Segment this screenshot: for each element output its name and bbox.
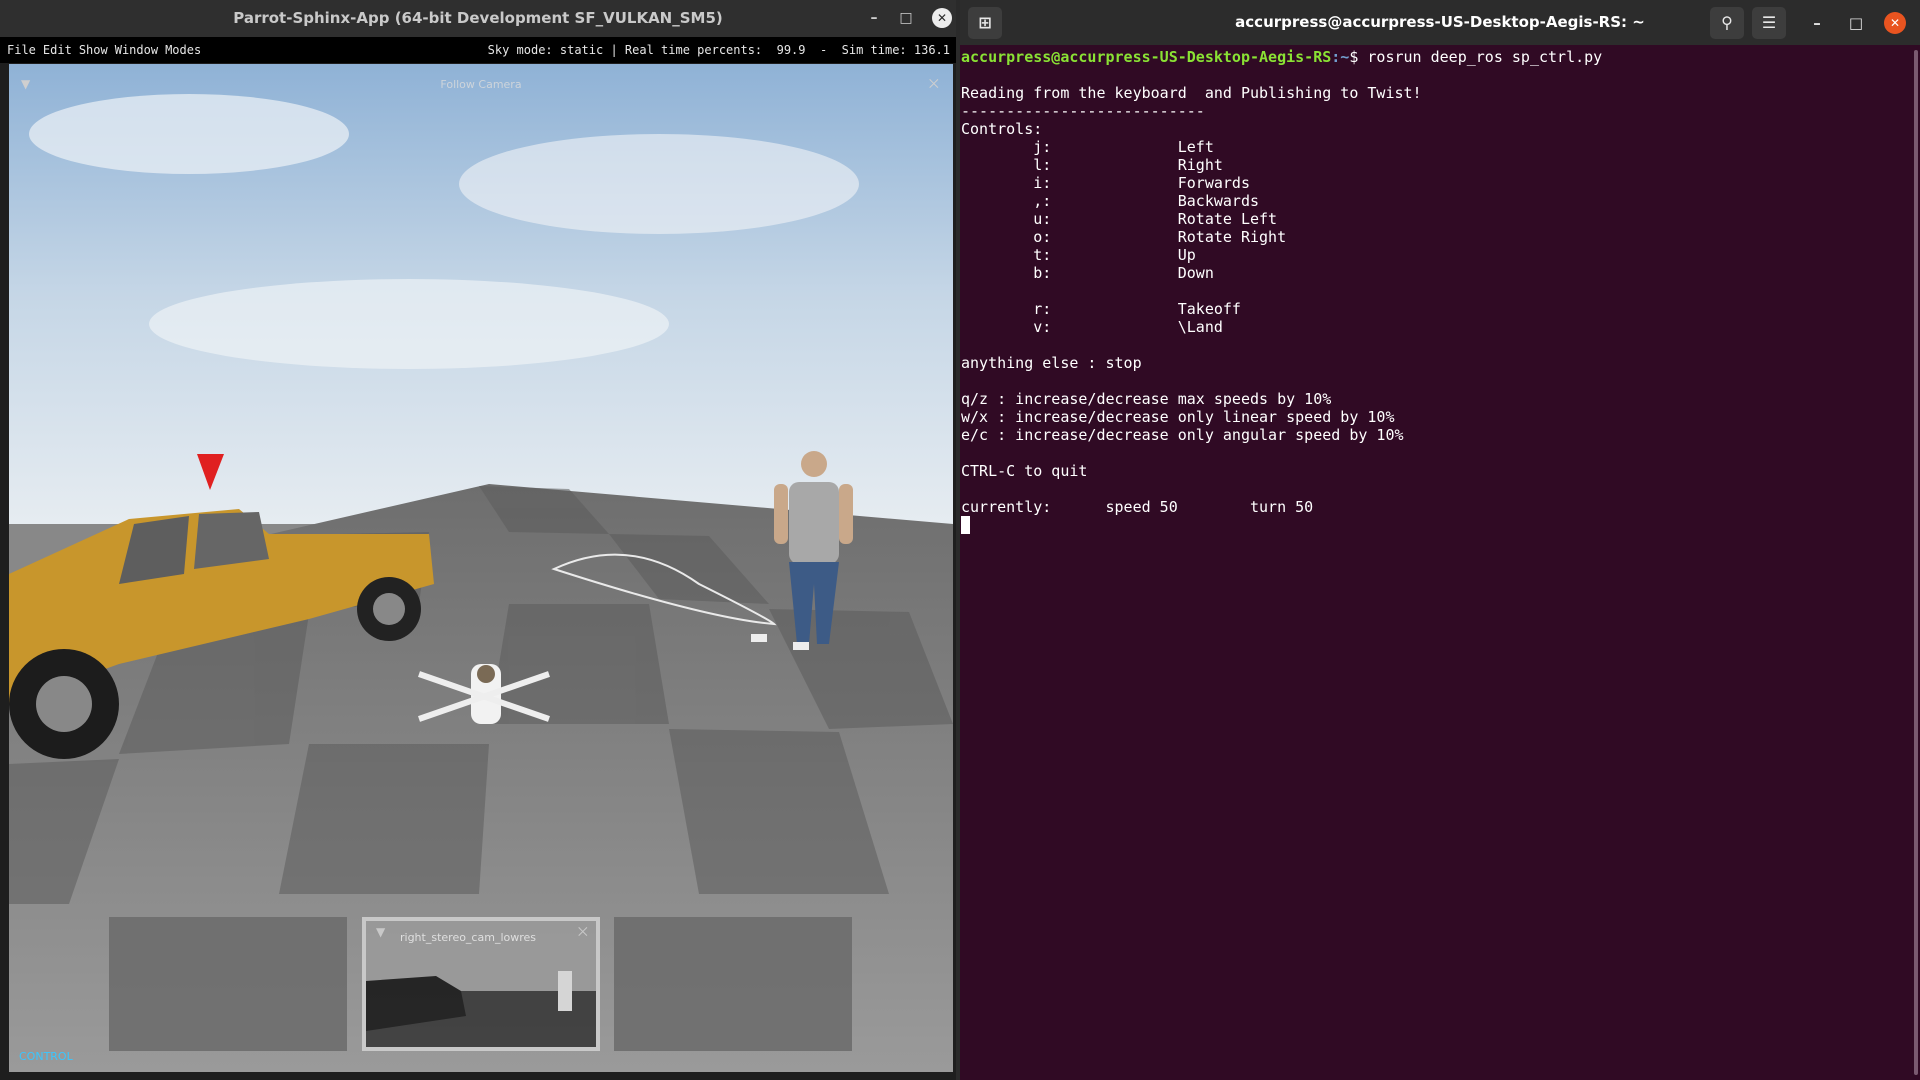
thumbnail-menu-icon[interactable]: ▼ [376, 925, 385, 939]
viewport-close-icon[interactable]: ⨉ [929, 77, 939, 92]
terminal-line: Controls: [961, 120, 1043, 138]
terminal-line: b: Down [961, 264, 1214, 282]
terminal-line: --------------------------- [961, 102, 1205, 120]
terminal-line: t: Up [961, 246, 1196, 264]
sphinx-menubar: File Edit Show Window Modes Sky mode: static… [0, 37, 956, 63]
terminal-line: o: Rotate Right [961, 228, 1287, 246]
close-icon[interactable]: ✕ [1884, 12, 1906, 34]
minimize-icon[interactable]: – [864, 8, 884, 28]
prompt-symbol: $ [1349, 48, 1359, 66]
sim-status-text: Sky mode: static | Real time percents: 9… [487, 43, 950, 57]
sphinx-window-title: Parrot-Sphinx-App (64-bit Development SF… [233, 9, 723, 27]
thumbnail-label: right_stereo_cam_lowres [400, 931, 537, 944]
terminal-line: Reading from the keyboard and Publishing… [961, 84, 1422, 102]
camera-thumbnail-right-stereo[interactable]: ▼ right_stereo_cam_lowres ⨉ [362, 917, 600, 1051]
terminal-line: q/z : increase/decrease max speeds by 10… [961, 390, 1332, 408]
maximize-icon[interactable]: □ [896, 8, 916, 28]
thumbnail-close-icon[interactable]: ⨉ [578, 925, 588, 940]
menu-modes[interactable]: Modes [165, 43, 201, 57]
terminal-line: e/c : increase/decrease only angular spe… [961, 426, 1404, 444]
terminal-line: j: Left [961, 138, 1214, 156]
menu-show[interactable]: Show [79, 43, 108, 57]
menu-icon[interactable]: ☰ [1752, 7, 1786, 39]
terminal-line: anything else : stop [961, 354, 1142, 372]
prompt-path: :~ [1331, 48, 1350, 66]
camera-thumbnail-empty[interactable] [614, 917, 852, 1051]
close-icon[interactable]: ✕ [932, 8, 952, 28]
terminal-line: i: Forwards [961, 174, 1250, 192]
sphinx-titlebar[interactable]: Parrot-Sphinx-App (64-bit Development SF… [0, 0, 956, 37]
terminal-line: v: \Land [961, 318, 1223, 336]
menu-file[interactable]: File [7, 43, 36, 57]
terminal-line: l: Right [961, 156, 1223, 174]
follow-camera-label: Follow Camera [440, 78, 522, 91]
terminal-output[interactable]: accurpress@accurpress-US-Desktop-Aegis-R… [960, 48, 1908, 1080]
terminal-scrollbar[interactable] [1912, 48, 1920, 1080]
terminal-line: w/x : increase/decrease only linear spee… [961, 408, 1395, 426]
maximize-icon[interactable]: □ [1845, 12, 1867, 34]
control-mode-label: CONTROL [19, 1050, 73, 1063]
menu-edit[interactable]: Edit [43, 43, 72, 57]
terminal-line: currently: speed 50 turn 50 [961, 498, 1314, 516]
terminal-line: CTRL-C to quit [961, 462, 1088, 480]
prompt-user: accurpress@accurpress-US-Desktop-Aegis-R… [961, 48, 1332, 66]
terminal-line: u: Rotate Left [961, 210, 1278, 228]
menu-window[interactable]: Window [115, 43, 158, 57]
terminal-window: ⊞ accurpress@accurpress-US-Desktop-Aegis… [960, 0, 1920, 1080]
terminal-line: r: Takeoff [961, 300, 1241, 318]
minimize-icon[interactable]: – [1806, 12, 1828, 34]
camera-thumbnail-empty[interactable] [109, 917, 347, 1051]
command-text: rosrun deep_ros sp_ctrl.py [1358, 48, 1603, 66]
terminal-line: ,: Backwards [961, 192, 1260, 210]
command-line: accurpress@accurpress-US-Desktop-Aegis-R… [961, 48, 1602, 66]
sphinx-window: Parrot-Sphinx-App (64-bit Development SF… [0, 0, 956, 1080]
text-cursor [961, 516, 970, 534]
search-icon[interactable]: ⚲ [1710, 7, 1744, 39]
terminal-titlebar[interactable]: ⊞ accurpress@accurpress-US-Desktop-Aegis… [960, 0, 1920, 45]
simulation-viewport[interactable]: ▼ Follow Camera ⨉ ▼ right_stereo_cam_low… [9, 64, 953, 1072]
